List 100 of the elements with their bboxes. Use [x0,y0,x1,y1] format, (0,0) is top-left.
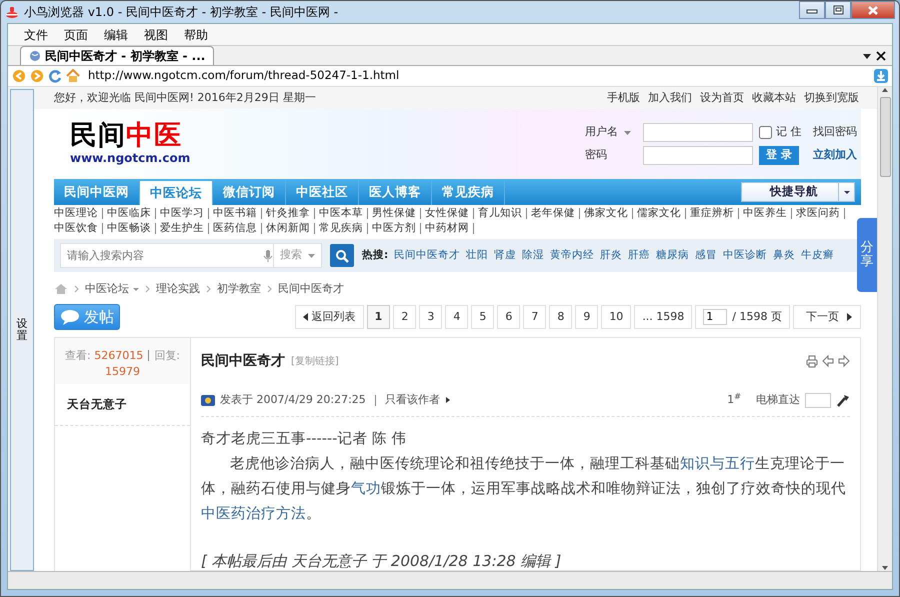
right-arrow-icon[interactable] [838,354,850,366]
page-link[interactable]: 8 [549,305,572,329]
hot-search-link[interactable]: 糖尿病 [656,248,690,264]
maximize-button[interactable] [825,1,851,19]
page-link[interactable]: ... 1598 [634,305,692,329]
hot-search-link[interactable]: 感冒 [695,248,718,264]
category-link[interactable]: 育儿知识 [478,206,522,221]
category-link[interactable]: 中医学习 [160,206,204,221]
only-author-link[interactable]: 只看该作者 [384,392,450,408]
hot-search-link[interactable]: 牛皮癣 [801,248,834,264]
category-link[interactable]: 女性保健 [425,206,469,221]
category-link[interactable]: 中医书籍 [213,206,257,221]
next-page-link[interactable]: 下一页 [793,305,861,329]
page-link[interactable]: 2 [393,305,416,329]
refresh-icon[interactable] [48,69,62,83]
category-link[interactable]: 针灸推拿 [266,206,310,221]
breadcrumb-link[interactable]: 民间中医奇才 [278,280,344,298]
category-link[interactable]: 中药材网 [425,221,469,236]
page-link[interactable]: 4 [445,305,468,329]
category-link[interactable]: 男性保健 [372,206,416,221]
hot-search-label: 热搜: [362,248,388,263]
site-logo[interactable]: 民间中医 [70,122,204,148]
top-link[interactable]: 加入我们 [648,90,692,106]
menu-item[interactable]: 文件 [16,26,56,44]
scrollbar-thumb[interactable] [880,97,890,177]
remember-checkbox[interactable] [759,126,772,139]
search-button[interactable] [330,244,354,267]
go-icon[interactable] [836,393,850,407]
category-link[interactable]: 佛家文化 [584,206,628,221]
minimize-button[interactable] [799,1,825,19]
menu-item[interactable]: 页面 [56,26,96,44]
dropdown-caret-icon[interactable] [862,52,872,60]
hot-search-link[interactable]: 除湿 [522,248,544,264]
hot-search-link[interactable]: 民间中医奇才 [394,248,460,264]
category-link[interactable]: 中医理论 [54,206,98,221]
microphone-icon[interactable] [263,250,273,262]
category-link[interactable]: 求医问药 [796,206,840,221]
category-link[interactable]: 中医饮食 [54,221,98,236]
page-link[interactable]: 7 [523,305,546,329]
nav-tab[interactable]: 中医论坛 [140,181,213,205]
category-link[interactable]: 中医方剂 [372,221,416,236]
category-link[interactable]: 常见疾病 [319,221,363,236]
site-url: www.ngotcm.com [70,150,192,166]
hot-search-link[interactable]: 鼻炎 [773,248,796,264]
post-link[interactable]: 气功 [351,481,381,497]
top-link[interactable]: 设为首页 [700,90,744,106]
home-icon[interactable] [66,69,80,83]
category-link[interactable]: 医药信息 [213,221,257,236]
share-tab[interactable]: 分享 [857,218,877,292]
category-link[interactable]: 中医畅谈 [107,221,151,236]
category-link[interactable]: 中医本草 [319,206,363,221]
print-icon[interactable] [806,354,818,368]
category-link[interactable]: 休闲新闻 [266,221,310,236]
hot-search-link[interactable]: 壮阳 [466,248,488,264]
hot-search-link[interactable]: 肝癌 [628,248,650,264]
category-link[interactable]: 儒家文化 [637,206,681,221]
forgot-password-link[interactable]: 找回密码 [813,124,861,141]
floor-jump-field[interactable] [805,392,831,408]
page-link[interactable]: 6 [497,305,520,329]
menu-item[interactable]: 编辑 [96,26,136,44]
password-field[interactable] [643,146,753,165]
download-icon[interactable] [874,69,888,83]
breadcrumb-link[interactable]: 理论实践 [156,280,200,298]
back-to-list-link[interactable]: 返回列表 [294,305,364,329]
left-arrow-icon[interactable] [822,354,834,366]
username-label[interactable]: 用户名 [585,124,643,141]
hot-search-link[interactable]: 黄帝内经 [550,248,594,264]
top-link[interactable]: 收藏本站 [752,90,796,106]
browser-tab[interactable]: 民间中医奇才 - 初学教室 - ... [20,46,214,65]
category-link[interactable]: 中医临床 [107,206,151,221]
post-link[interactable]: 中医药治疗方法 [201,506,306,522]
page-link[interactable]: 9 [575,305,598,329]
page-link[interactable]: 10 [601,305,632,329]
top-link[interactable]: 手机版 [607,90,640,106]
category-link[interactable]: 中医养生 [743,206,787,221]
login-button[interactable]: 登 录 [759,146,799,165]
menu-item[interactable]: 帮助 [176,26,216,44]
category-link[interactable]: 老年保健 [531,206,575,221]
page-link[interactable]: 3 [419,305,442,329]
author-name[interactable]: 天台无意子 [55,384,190,426]
hot-search-link[interactable]: 肾虚 [494,248,516,264]
breadcrumb-link[interactable]: 初学教室 [217,280,261,298]
top-link[interactable]: 切换到宽版 [804,90,859,106]
close-button[interactable] [851,1,895,19]
close-tab-icon[interactable] [876,50,886,60]
remember-label[interactable]: 记 住 [776,124,802,141]
hot-search-link[interactable]: 肝炎 [600,248,622,264]
register-link[interactable]: 立刻加入 [813,147,861,164]
page-link[interactable]: 5 [471,305,494,329]
page-number-field[interactable]: 1 [703,309,728,325]
breadcrumb-link[interactable]: 中医论坛 [85,280,139,298]
username-field[interactable] [643,123,753,142]
category-link[interactable]: 重症辨析 [690,206,734,221]
hot-search-link[interactable]: 中医诊断 [723,248,768,264]
menu-item[interactable]: 视图 [136,26,176,44]
quick-nav-button[interactable]: 快捷导航 [741,182,855,202]
post-link[interactable]: 知识与五行 [680,456,755,472]
category-link[interactable]: 爱生护生 [160,221,204,236]
side-panel[interactable]: 设置 [10,89,34,571]
page-link[interactable]: 1 [366,305,390,329]
